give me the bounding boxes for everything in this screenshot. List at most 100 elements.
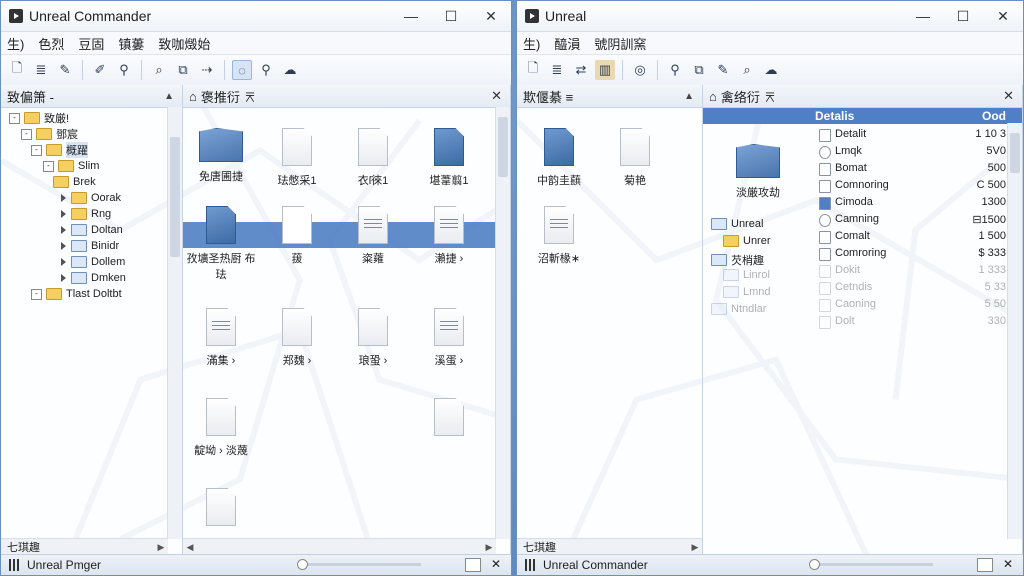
- table-row[interactable]: Camning ⊟1500: [703, 211, 1022, 228]
- collapse-caret-icon[interactable]: ▲: [684, 91, 694, 102]
- file-item[interactable]: 珐憋采1: [259, 128, 335, 188]
- vertical-scrollbar[interactable]: [495, 107, 510, 539]
- close-pane-icon[interactable]: ✕: [491, 88, 502, 104]
- table-row[interactable]: Dolt 330: [703, 313, 1022, 330]
- details-pane-header[interactable]: ⌂ 禽络衍 ⌆ ✕: [703, 85, 1022, 108]
- menu-item-3[interactable]: 豆固: [78, 34, 104, 53]
- view-toggle-icon[interactable]: [465, 558, 481, 572]
- network-icon[interactable]: ☁: [280, 60, 300, 80]
- file-item[interactable]: 菝: [259, 206, 335, 266]
- file-item[interactable]: 孜壙圣热㕑 布珐: [183, 206, 259, 282]
- file-item[interactable]: 菊艳: [597, 128, 673, 188]
- collapse-caret-icon[interactable]: ▲: [164, 91, 174, 102]
- chart-icon[interactable]: ▥: [595, 60, 615, 80]
- view-toggle-icon[interactable]: [977, 558, 993, 572]
- file-item[interactable]: 沼斬椽∗: [521, 206, 597, 266]
- target-icon[interactable]: ◎: [630, 60, 650, 80]
- table-row[interactable]: Lmqk 5V0: [703, 143, 1022, 160]
- file-item[interactable]: 中韵圭蕻: [521, 128, 597, 188]
- zoom-icon[interactable]: ⚲: [256, 60, 276, 80]
- tree-pane-header[interactable]: 欺偃綦 ≡ ▲: [517, 85, 702, 108]
- file-item[interactable]: 滿集 ›: [183, 308, 259, 368]
- tree-node[interactable]: - Slim: [1, 158, 182, 174]
- close-button[interactable]: ✕: [471, 1, 511, 31]
- menu-item-1[interactable]: 生): [523, 34, 540, 53]
- menu-item-4[interactable]: 镇蔞: [118, 34, 144, 53]
- tree-node[interactable]: - Tlast Doltbt: [1, 286, 182, 302]
- tree-node[interactable]: Oorak: [1, 190, 182, 206]
- file-item[interactable]: [411, 398, 487, 442]
- table-row[interactable]: Detalit 1 10 3: [703, 126, 1022, 143]
- menu-item-5[interactable]: 致咖燬始: [158, 34, 210, 53]
- file-item[interactable]: 郑魏 ›: [259, 308, 335, 368]
- magnify-icon[interactable]: ⌕: [737, 60, 757, 80]
- menu-item-2[interactable]: 色烈: [38, 34, 64, 53]
- copy-icon[interactable]: ⧉: [689, 60, 709, 80]
- new-file-icon[interactable]: 🗋: [7, 60, 27, 80]
- horizontal-scrollbar[interactable]: ◀ ▶: [183, 538, 496, 555]
- copy-icon[interactable]: ⧉: [173, 60, 193, 80]
- tree-footer[interactable]: 七琪趣 ▶: [1, 538, 168, 555]
- tree-node[interactable]: - 鄧宸: [1, 126, 182, 142]
- size-column-header[interactable]: Ood: [982, 109, 1006, 123]
- move-icon[interactable]: ⇢: [197, 60, 217, 80]
- close-button[interactable]: ✕: [983, 1, 1023, 31]
- maximize-button[interactable]: ☐: [943, 1, 983, 31]
- file-item[interactable]: 瀨捷 ›: [411, 206, 487, 266]
- tree-node[interactable]: Dmken: [1, 270, 182, 286]
- table-row[interactable]: Caoning 5 50: [703, 296, 1022, 313]
- table-row[interactable]: Comalt 1 500: [703, 228, 1022, 245]
- tree-node[interactable]: - 概躍: [1, 142, 182, 158]
- file-item[interactable]: 靛坳 › 淡蔑: [183, 398, 259, 458]
- tree-node[interactable]: Binidr: [1, 238, 182, 254]
- menu-item-2[interactable]: 醯溳: [554, 34, 580, 53]
- table-row[interactable]: Comnoring C 500: [703, 177, 1022, 194]
- list-icon[interactable]: ≣: [31, 60, 51, 80]
- title-bar[interactable]: Unreal Commander — ☐ ✕: [1, 1, 511, 32]
- zoom-slider[interactable]: [809, 559, 933, 570]
- search-icon[interactable]: ⚲: [665, 60, 685, 80]
- file-item[interactable]: [183, 488, 259, 532]
- table-row[interactable]: Comroring $ 333: [703, 245, 1022, 262]
- list-icon[interactable]: ≣: [547, 60, 567, 80]
- minimize-button[interactable]: —: [903, 1, 943, 31]
- close-icon[interactable]: ✕: [1003, 557, 1013, 571]
- sync-icon[interactable]: ◌: [232, 60, 252, 80]
- vertical-scrollbar[interactable]: [1007, 123, 1022, 539]
- name-column-header[interactable]: Detalis: [815, 109, 854, 123]
- edit-icon[interactable]: ✎: [55, 60, 75, 80]
- tree-node[interactable]: Dollem: [1, 254, 182, 270]
- scroll-right-icon[interactable]: ▶: [154, 542, 168, 553]
- file-pane-header[interactable]: ⌂ 褒推衍 ⌆ ✕: [183, 85, 510, 108]
- table-row[interactable]: Cetndis 5 33: [703, 279, 1022, 296]
- menu-item-1[interactable]: 生): [7, 34, 24, 53]
- close-icon[interactable]: ✕: [491, 557, 501, 571]
- file-item[interactable]: 溪蛋 ›: [411, 308, 487, 368]
- file-item[interactable]: 免唐圃捷: [183, 128, 259, 184]
- close-pane-icon[interactable]: ✕: [1003, 88, 1014, 104]
- pencil-icon[interactable]: ✐: [90, 60, 110, 80]
- new-file-icon[interactable]: 🗋: [523, 60, 543, 80]
- search-icon[interactable]: ⚲: [114, 60, 134, 80]
- tree-node[interactable]: - 致厳!: [1, 110, 182, 126]
- details-column-header[interactable]: Detalis Ood: [703, 108, 1022, 124]
- file-item[interactable]: 衣ſ徠1: [335, 128, 411, 188]
- edit-icon[interactable]: ✎: [713, 60, 733, 80]
- table-row[interactable]: Cimoda 1300: [703, 194, 1022, 211]
- vertical-scrollbar[interactable]: [167, 107, 182, 539]
- tree-node[interactable]: Brek: [1, 174, 182, 190]
- tree-pane-header[interactable]: 致偏箫 - ▲: [1, 85, 182, 108]
- title-bar[interactable]: Unreal — ☐ ✕: [517, 1, 1023, 32]
- zoom-slider[interactable]: [297, 559, 421, 570]
- table-row[interactable]: Dokit 1 333: [703, 262, 1022, 279]
- file-item[interactable]: 琅蛩 ›: [335, 308, 411, 368]
- maximize-button[interactable]: ☐: [431, 1, 471, 31]
- scroll-right-icon[interactable]: ▶: [688, 542, 702, 553]
- file-item[interactable]: 粢蕹: [335, 206, 411, 266]
- table-row[interactable]: Bomat 500: [703, 160, 1022, 177]
- network-icon[interactable]: ☁: [761, 60, 781, 80]
- menu-item-3[interactable]: 號阴訓窯: [594, 34, 646, 53]
- scroll-right-icon[interactable]: ▶: [482, 542, 496, 553]
- tree-footer[interactable]: 七琪趣 ▶: [517, 538, 702, 555]
- magnify-icon[interactable]: ⌕: [149, 60, 169, 80]
